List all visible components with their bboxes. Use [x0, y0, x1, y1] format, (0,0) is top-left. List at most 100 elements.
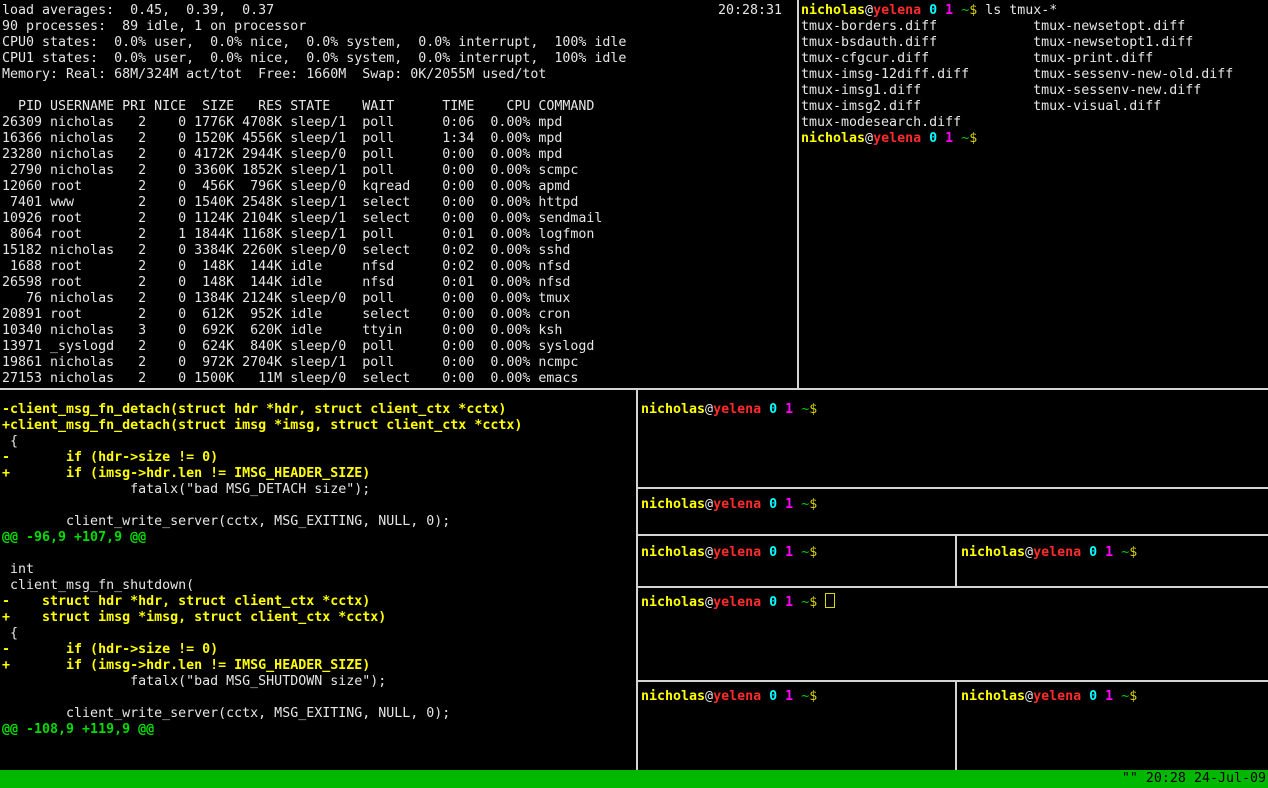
prompt-segment: yelena: [713, 689, 761, 704]
prompt-segment: @: [705, 689, 713, 704]
prompt-segment: 1: [785, 497, 793, 512]
prompt-segment: @: [705, 545, 713, 560]
pane-shell-3[interactable]: nicholas@yelena 0 1 ~$: [638, 536, 955, 586]
prompt-segment: [777, 545, 785, 560]
diff-line-context: client_write_server(cctx, MSG_EXITING, N…: [2, 706, 450, 721]
prompt-segment: nicholas: [801, 131, 865, 146]
top-clock: 20:28:31: [718, 3, 782, 19]
prompt-segment: [777, 402, 785, 417]
pane-shell-7[interactable]: nicholas@yelena 0 1 ~$: [957, 682, 1268, 770]
diff-line-context: client_write_server(cctx, MSG_EXITING, N…: [2, 514, 450, 529]
diff-line-context: client_msg_fn_shutdown(: [2, 578, 194, 593]
prompt-segment: 1: [1105, 545, 1113, 560]
emacs-buffer: -client_msg_fn_detach(struct hdr *hdr, s…: [2, 402, 522, 738]
prompt-segment: ~: [961, 131, 969, 146]
prompt-segment: [793, 545, 801, 560]
prompt-segment: @: [865, 3, 873, 18]
prompt-segment: ~: [801, 497, 809, 512]
prompt-segment: [793, 595, 801, 610]
terminal-cursor: [825, 593, 835, 608]
prompt-line: nicholas@yelena 0 1 ~$: [961, 689, 1137, 705]
diff-line-context: {: [2, 626, 18, 641]
pane-shell-2[interactable]: nicholas@yelena 0 1 ~$: [638, 489, 1268, 534]
prompt-segment: $: [1129, 689, 1137, 704]
prompt-segment: nicholas: [641, 689, 705, 704]
prompt-segment: yelena: [713, 545, 761, 560]
prompt-segment: [1081, 689, 1089, 704]
prompt-line: nicholas@yelena 0 1 ~$: [641, 545, 817, 561]
prompt-segment: $: [809, 689, 817, 704]
prompt-segment: [761, 545, 769, 560]
prompt-segment: ~: [1121, 545, 1129, 560]
pane-border-v2: [955, 682, 957, 770]
ls-output: tmux-borders.diff tmux-newsetopt.diff tm…: [801, 19, 1233, 131]
prompt-segment: [921, 3, 929, 18]
prompt-segment: [953, 3, 961, 18]
diff-line-added: + if (imsg->hdr.len != IMSG_HEADER_SIZE): [2, 658, 370, 673]
prompt-segment: ~: [801, 402, 809, 417]
pane-shell-6[interactable]: nicholas@yelena 0 1 ~$: [638, 682, 955, 770]
pane-shell-4[interactable]: nicholas@yelena 0 1 ~$: [957, 536, 1268, 586]
diff-line-removed: - if (hdr->size != 0): [2, 450, 218, 465]
prompt-segment: @: [1025, 689, 1033, 704]
prompt-segment: ~: [801, 595, 809, 610]
prompt-segment: yelena: [1033, 689, 1081, 704]
prompt-line: nicholas@yelena 0 1 ~$: [801, 131, 977, 147]
prompt-segment: ~: [1121, 689, 1129, 704]
pane-shell-5-active[interactable]: nicholas@yelena 0 1 ~$: [638, 588, 1268, 680]
prompt-segment: $: [809, 497, 817, 512]
prompt-segment: ~: [801, 545, 809, 560]
pane-border-h2: [638, 534, 1268, 536]
pane-border-vertical-top: [797, 0, 799, 388]
prompt-segment: yelena: [713, 402, 761, 417]
prompt-segment: nicholas: [801, 3, 865, 18]
prompt-segment: 0: [769, 402, 777, 417]
pane-top-process-monitor[interactable]: load averages: 0.45, 0.39, 0.37 90 proce…: [0, 0, 797, 388]
prompt-segment: [761, 689, 769, 704]
prompt-segment: [937, 3, 945, 18]
prompt-segment: 1: [785, 402, 793, 417]
prompt-segment: 0: [929, 131, 937, 146]
prompt-segment: [1097, 689, 1105, 704]
prompt-segment: 1: [945, 131, 953, 146]
prompt-segment: 0: [769, 545, 777, 560]
pane-shell-ls[interactable]: nicholas@yelena 0 1 ~$ ls tmux-* tmux-bo…: [799, 0, 1268, 388]
pane-border-h3: [638, 586, 1268, 588]
diff-line-removed: -client_msg_fn_detach(struct hdr *hdr, s…: [2, 402, 506, 417]
pane-border-v1: [955, 536, 957, 586]
diff-line-removed: - struct hdr *hdr, struct client_ctx *cc…: [2, 594, 370, 609]
prompt-segment: nicholas: [641, 595, 705, 610]
prompt-segment: $: [809, 402, 817, 417]
prompt-segment: 0: [769, 689, 777, 704]
prompt-segment: [937, 131, 945, 146]
diff-line-added: + struct imsg *imsg, struct client_ctx *…: [2, 610, 386, 625]
prompt-segment: [1097, 545, 1105, 560]
prompt-segment: [1113, 689, 1121, 704]
prompt-line: nicholas@yelena 0 1 ~$ ls tmux-*: [801, 3, 1057, 19]
diff-line-removed: - if (hdr->size != 0): [2, 642, 218, 657]
prompt-segment: 0: [929, 3, 937, 18]
prompt-segment: nicholas: [641, 402, 705, 417]
prompt-segment: nicholas: [961, 689, 1025, 704]
pane-shell-1[interactable]: nicholas@yelena 0 1 ~$: [638, 390, 1268, 487]
pane-emacs[interactable]: -client_msg_fn_detach(struct hdr *hdr, s…: [0, 390, 636, 770]
prompt-line: nicholas@yelena 0 1 ~$: [641, 689, 817, 705]
prompt-segment: [793, 402, 801, 417]
prompt-segment: [777, 689, 785, 704]
prompt-segment: @: [705, 497, 713, 512]
prompt-segment: $: [969, 3, 977, 18]
tmux-screen: load averages: 0.45, 0.39, 0.37 90 proce…: [0, 0, 1268, 788]
prompt-segment: $: [1129, 545, 1137, 560]
prompt-segment: 1: [785, 545, 793, 560]
prompt-segment: yelena: [713, 497, 761, 512]
prompt-segment: ~: [801, 689, 809, 704]
diff-line-context: fatalx("bad MSG_DETACH size");: [2, 482, 370, 497]
pane-border-h4: [638, 680, 1268, 682]
prompt-segment: [921, 131, 929, 146]
diff-line-context: {: [2, 434, 18, 449]
prompt-segment: [761, 595, 769, 610]
diff-line-context: fatalx("bad MSG_SHUTDOWN size");: [2, 674, 386, 689]
prompt-segment: yelena: [873, 3, 921, 18]
prompt-segment: $: [969, 131, 977, 146]
prompt-segment: @: [705, 595, 713, 610]
